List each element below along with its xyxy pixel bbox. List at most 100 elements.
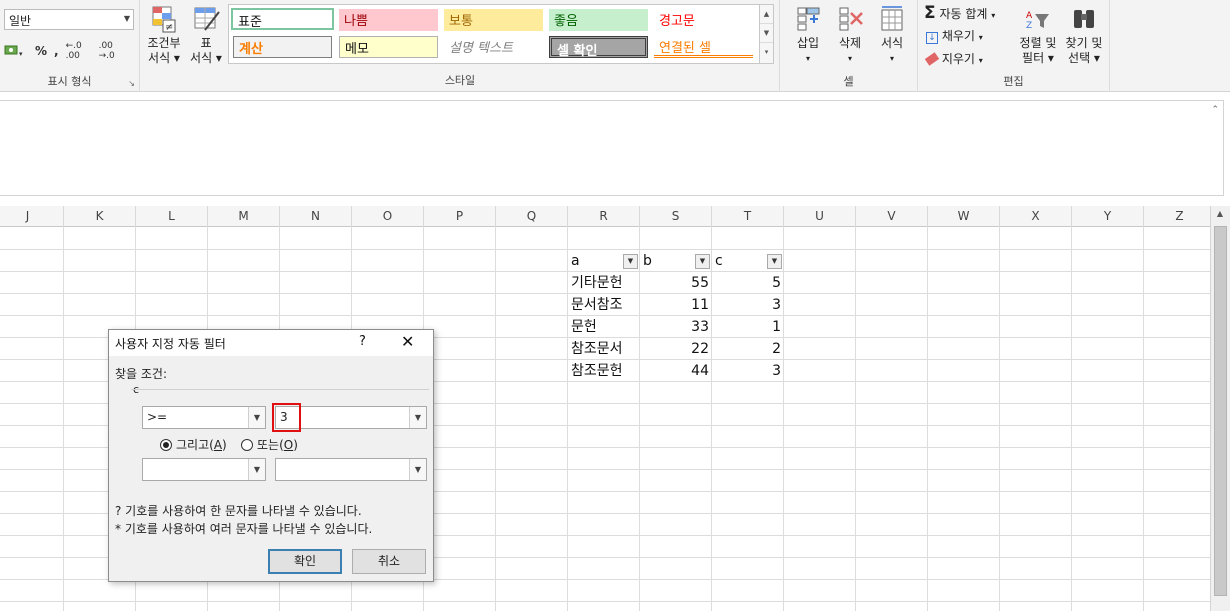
style-calculation[interactable]: 계산 [233,36,332,58]
grid-line [1071,227,1072,611]
column-header[interactable]: R [568,206,640,227]
column-header[interactable]: M [208,206,280,227]
scroll-thumb[interactable] [1214,226,1227,596]
table-cell[interactable]: 44 [640,360,712,382]
table-cell[interactable]: 11 [640,294,712,316]
column-header[interactable]: L [136,206,208,227]
formula-bar-area[interactable]: ⌃ [0,100,1224,196]
operator-1-value: >= [147,410,168,424]
gallery-up-icon[interactable]: ▲ [760,5,773,24]
grid-line [63,227,64,611]
autosum-button[interactable]: Σ 자동 합계 ▾ [924,3,995,23]
sigma-icon: Σ [924,3,936,23]
format-as-table-button[interactable]: 표 서식 ▾ [186,4,226,66]
delete-cells-button[interactable]: 삭제 ▾ [830,4,870,66]
style-explanatory[interactable]: 설명 텍스트 [444,36,543,58]
number-format-group: 일반 ▼ ▾ % , ←.0 .00 .00 →.0 표시 형식 ↘ [0,0,140,92]
table-cell[interactable]: 문서참조 [568,294,640,316]
gallery-down-icon[interactable]: ▼ [760,24,773,43]
style-normal[interactable]: 표준 [231,8,334,30]
cancel-button[interactable]: 취소 [352,549,426,574]
filter-active-icon[interactable]: ▼ [767,254,782,269]
table-cell[interactable]: 참조문헌 [568,360,640,382]
style-calculation-label: 계산 [239,42,263,57]
dialog-titlebar[interactable]: 사용자 지정 자동 필터 ? ✕ [109,330,433,356]
fill-button[interactable]: ↓ 채우기 ▾ [926,27,983,44]
style-good[interactable]: 좋음 [549,9,648,31]
column-header[interactable]: N [280,206,352,227]
table-cell[interactable]: 33 [640,316,712,338]
column-header[interactable]: T [712,206,784,227]
and-radio[interactable]: 그리고(A) [160,436,227,453]
close-icon[interactable]: ✕ [401,332,414,351]
number-format-dropdown[interactable]: 일반 ▼ [4,9,134,30]
table-cell[interactable]: 3 [712,360,784,382]
percent-button[interactable]: % [35,44,47,58]
column-header[interactable]: X [1000,206,1072,227]
column-header[interactable]: Q [496,206,568,227]
column-header[interactable]: U [784,206,856,227]
style-note[interactable]: 메모 [339,36,438,58]
filter-dropdown-icon[interactable]: ▼ [695,254,710,269]
chevron-down-icon[interactable]: ▼ [409,459,426,480]
chevron-up-icon[interactable]: ⌃ [1211,105,1219,115]
column-header[interactable]: J [0,206,64,227]
style-linked-cell[interactable]: 연결된 셀 [654,36,753,58]
table-cell[interactable]: 55 [640,272,712,294]
gallery-scrollbar[interactable]: ▲ ▼ ▾ [759,5,773,63]
find-select-button[interactable]: 찾기 및 선택 ▾ [1062,4,1106,66]
table-cell[interactable]: 1 [712,316,784,338]
find-select-label-1: 찾기 및 [1065,36,1103,50]
table-cell[interactable]: 22 [640,338,712,360]
gallery-more-icon[interactable]: ▾ [760,43,773,62]
chevron-down-icon[interactable]: ▼ [409,407,426,428]
ok-button[interactable]: 확인 [268,549,342,574]
dialog-title: 사용자 지정 자동 필터 [115,337,226,351]
sort-filter-button[interactable]: AZ 정렬 및 필터 ▾ [1016,4,1060,66]
table-cell[interactable]: 문헌 [568,316,640,338]
comma-button[interactable]: , [54,44,59,58]
column-header[interactable]: V [856,206,928,227]
table-cell[interactable]: 2 [712,338,784,360]
format-as-table-label-2: 서식 ▾ [190,51,222,65]
currency-icon[interactable]: ▾ [4,44,28,58]
style-check-cell[interactable]: 셀 확인 [549,36,648,59]
chevron-down-icon[interactable]: ▼ [248,459,265,480]
radio-unselected-icon [241,438,253,451]
operator-1-select[interactable]: >= ▼ [142,406,266,429]
operator-2-select[interactable]: ▼ [142,458,266,481]
style-linked-cell-label: 연결된 셀 [659,41,711,56]
find-select-label-2: 선택 ▾ [1068,51,1100,65]
style-warning[interactable]: 경고문 [654,9,753,31]
vertical-scrollbar[interactable]: ▲ [1210,206,1230,611]
conditional-format-button[interactable]: ≠ 조건부 서식 ▾ [144,4,184,66]
column-header[interactable]: P [424,206,496,227]
help-icon[interactable]: ? [359,334,366,349]
dialog-launcher-icon[interactable]: ↘ [128,79,135,88]
clear-button[interactable]: 지우기 ▾ [924,50,983,67]
column-header[interactable]: Z [1144,206,1216,227]
column-header[interactable]: S [640,206,712,227]
number-format-value: 일반 [9,14,32,28]
table-cell[interactable]: 3 [712,294,784,316]
column-header[interactable]: W [928,206,1000,227]
or-radio[interactable]: 또는(O) [241,436,298,453]
value-2-combo[interactable]: ▼ [275,458,427,481]
column-header[interactable]: O [352,206,424,227]
style-check-cell-label: 셀 확인 [557,44,598,59]
table-cell[interactable]: 5 [712,272,784,294]
filter-dropdown-icon[interactable]: ▼ [623,254,638,269]
scroll-up-icon[interactable]: ▲ [1211,206,1229,222]
style-bad[interactable]: 나쁨 [339,9,438,31]
column-header[interactable]: K [64,206,136,227]
format-cells-button[interactable]: 서식 ▾ [872,4,912,66]
insert-cells-button[interactable]: 삽입 ▾ [788,4,828,66]
chevron-down-icon[interactable]: ▼ [248,407,265,428]
column-header[interactable]: Y [1072,206,1144,227]
style-neutral[interactable]: 보통 [444,9,543,31]
increase-decimal-button[interactable]: ←.0 .00 [66,41,92,61]
table-cell[interactable]: 기타문헌 [568,272,640,294]
format-cells-icon [877,4,907,34]
decrease-decimal-button[interactable]: .00 →.0 [99,41,125,61]
table-cell[interactable]: 참조문서 [568,338,640,360]
